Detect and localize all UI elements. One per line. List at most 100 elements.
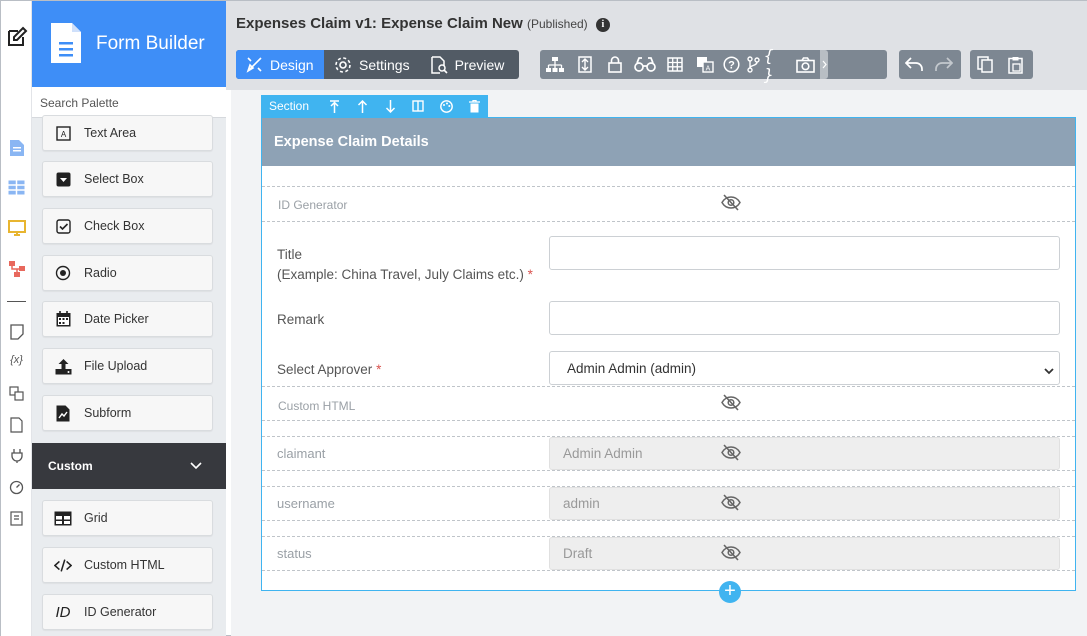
flow-icon[interactable] — [1, 260, 32, 278]
required-mark: * — [376, 362, 382, 377]
pdf-icon[interactable] — [1, 417, 32, 433]
check-box-icon — [54, 217, 72, 235]
note-icon[interactable] — [1, 324, 32, 340]
binoculars-icon[interactable] — [630, 50, 660, 79]
palette-item-select-box[interactable]: Select Box — [42, 161, 213, 197]
claimant-row[interactable]: claimant Admin Admin — [262, 436, 1075, 471]
palette-item-id-generator[interactable]: ID ID Generator — [42, 594, 213, 630]
field-label: ID Generator — [278, 198, 348, 212]
eye-slash-icon — [721, 194, 741, 214]
help-icon[interactable]: ? — [720, 50, 742, 79]
subform-icon — [54, 404, 72, 422]
tab-design[interactable]: Design — [236, 50, 324, 79]
chevron-down-icon — [190, 459, 202, 473]
chevron-right-icon[interactable] — [820, 50, 828, 79]
id-generator-row[interactable]: ID Generator — [262, 186, 1075, 222]
variable-icon[interactable]: {x} — [1, 354, 32, 366]
braces-icon[interactable]: { } — [764, 46, 790, 84]
top-toolbar: Expenses Claim v1: Expense Claim New (Pu… — [226, 1, 1087, 90]
gauge-icon[interactable] — [1, 480, 32, 495]
tab-preview[interactable]: Preview — [420, 50, 515, 79]
username-input[interactable]: admin — [549, 487, 1060, 520]
claimant-input[interactable]: Admin Admin — [549, 437, 1060, 470]
add-section-button[interactable]: + — [719, 581, 741, 603]
paste-icon[interactable] — [1000, 50, 1030, 79]
translate-icon[interactable] — [1, 386, 32, 401]
eye-slash-icon — [721, 544, 741, 564]
palette-item-text-area[interactable]: A Text Area — [42, 115, 213, 151]
required-mark: * — [527, 267, 533, 282]
grid-icon — [54, 509, 72, 527]
tree-icon[interactable] — [540, 50, 570, 79]
search-palette-input[interactable]: Search Palette — [32, 87, 226, 118]
copy-icon[interactable] — [970, 50, 1000, 79]
id-icon: ID — [55, 603, 71, 621]
document-icon[interactable] — [1, 139, 32, 157]
palette-item-custom-html[interactable]: Custom HTML — [42, 547, 213, 583]
approver-value: Admin Admin (admin) — [567, 361, 697, 376]
trash-icon[interactable] — [460, 99, 488, 113]
plugin-icon[interactable] — [1, 448, 32, 463]
page-title: Expenses Claim v1: Expense Claim New (Pu… — [236, 15, 610, 32]
table-icon[interactable] — [660, 50, 690, 79]
clipboard-icon[interactable] — [1, 510, 32, 526]
lock-icon[interactable] — [600, 50, 630, 79]
move-up-icon[interactable] — [349, 99, 377, 113]
palette-item-label: Date Picker — [84, 312, 149, 326]
redo-icon[interactable] — [929, 50, 959, 79]
palette-item-check-box[interactable]: Check Box — [42, 208, 213, 244]
tab-label: Design — [270, 56, 314, 73]
username-row[interactable]: username admin — [262, 486, 1075, 521]
category-label: Custom — [48, 459, 93, 473]
palette-item-label: Subform — [84, 406, 132, 420]
history-buttons — [899, 50, 961, 79]
undo-icon[interactable] — [899, 50, 929, 79]
info-icon[interactable]: i — [595, 18, 610, 32]
branch-icon[interactable] — [742, 50, 764, 79]
properties-icon[interactable] — [570, 50, 600, 79]
svg-text:A: A — [60, 130, 66, 139]
app-title: Form Builder — [96, 33, 205, 54]
palette-icon[interactable] — [432, 99, 460, 113]
section-label: Section — [269, 99, 310, 113]
palette-item-date-picker[interactable]: Date Picker — [42, 301, 213, 337]
palette-item-label: Grid — [84, 511, 108, 525]
custom-html-row[interactable]: Custom HTML — [262, 386, 1075, 421]
palette-item-radio[interactable]: Radio — [42, 255, 213, 291]
edit-icon[interactable] — [1, 25, 32, 49]
title-input[interactable] — [549, 236, 1060, 270]
rail-divider — [7, 301, 26, 302]
remark-input[interactable] — [549, 301, 1060, 335]
remark-label: Remark — [277, 312, 325, 327]
clipboard-buttons — [970, 50, 1033, 79]
tab-settings[interactable]: Settings — [324, 50, 420, 79]
move-top-icon[interactable] — [321, 99, 349, 113]
eye-slash-icon — [721, 394, 741, 414]
palette-item-subform[interactable]: Subform — [42, 395, 213, 431]
approver-select[interactable]: Admin Admin (admin) — [549, 351, 1060, 385]
form-builder-header: Form Builder — [32, 1, 226, 87]
palette-item-label: Text Area — [84, 126, 137, 140]
title-hint: (Example: China Travel, July Claims etc.… — [277, 267, 524, 282]
palette-item-grid[interactable]: Grid — [42, 500, 213, 536]
field-label: Custom HTML — [278, 399, 356, 413]
monitor-icon[interactable] — [1, 220, 32, 236]
upload-icon — [54, 357, 72, 375]
section-title: Expense Claim Details — [262, 118, 1075, 166]
svg-text:?: ? — [728, 60, 735, 72]
camera-icon[interactable] — [790, 50, 820, 79]
palette-item-label: ID Generator — [84, 605, 157, 619]
palette-item-label: Custom HTML — [84, 558, 165, 572]
move-down-icon[interactable] — [377, 99, 405, 113]
table-icon[interactable] — [1, 180, 32, 195]
category-custom[interactable]: Custom — [32, 443, 226, 489]
preview-icon — [430, 55, 448, 74]
status-input[interactable]: Draft — [549, 537, 1060, 570]
translate-icon[interactable]: A — [690, 50, 720, 79]
approver-label: Select Approver * — [277, 360, 381, 380]
palette-item-file-upload[interactable]: File Upload — [42, 348, 213, 384]
columns-icon[interactable] — [404, 100, 432, 112]
status-row[interactable]: status Draft — [262, 536, 1075, 571]
tool-buttons: A ? { } — [540, 46, 887, 84]
form-section[interactable]: Expense Claim Details ID Generator Title… — [261, 117, 1076, 591]
